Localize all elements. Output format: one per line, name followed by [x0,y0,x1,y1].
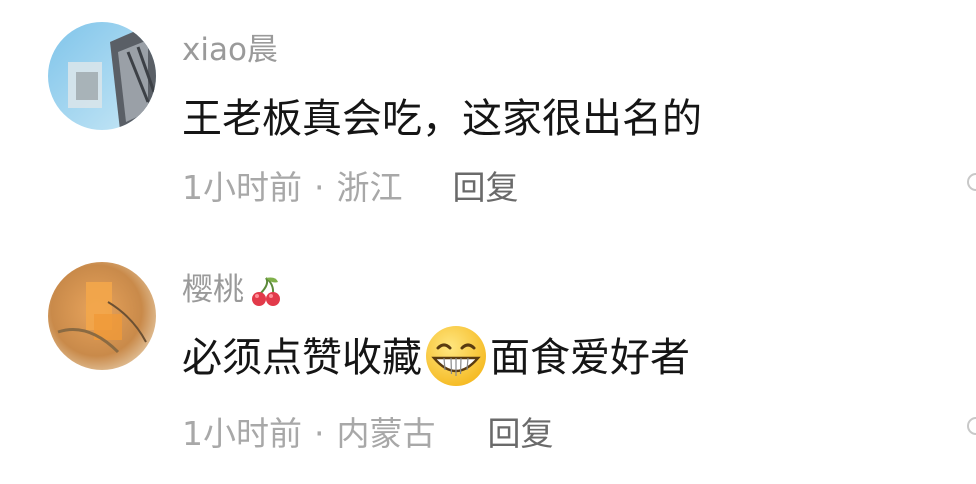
user-avatar[interactable] [48,262,156,370]
comment-item: xiao晨 王老板真会吃，这家很出名的 1小时前 · 浙江 回复 [0,0,976,242]
comment-location: 浙江 [336,168,403,207]
grin-emoji-icon [426,326,486,386]
like-icon[interactable] [966,416,976,436]
comment-text: 必须点赞收藏 面食爱好者 [182,326,690,388]
user-avatar[interactable] [48,22,156,130]
comment-list: xiao晨 王老板真会吃，这家很出名的 1小时前 · 浙江 回复 樱桃 必须点赞… [0,0,976,484]
like-icon[interactable] [966,172,976,192]
username-text[interactable]: xiao晨 [182,32,278,68]
avatar-icon [48,22,156,130]
comment-location: 内蒙古 [336,414,436,453]
meta-separator: · [314,414,325,453]
avatar-icon [48,262,156,370]
comment-text-part: 面食爱好者 [490,335,690,381]
comment-text: 王老板真会吃，这家很出名的 [182,96,702,142]
cherry-icon [252,276,280,306]
username[interactable]: xiao晨 [182,30,278,70]
comment-item: 樱桃 必须点赞收藏 面食爱好者 1小时前 · 内蒙古 回复 [0,242,976,484]
meta-separator: · [314,168,325,207]
username-text[interactable]: 樱桃 [182,272,244,308]
comment-meta: 1小时前 · 浙江 回复 [182,166,519,210]
comment-meta: 1小时前 · 内蒙古 回复 [182,412,554,456]
comment-text-part: 必须点赞收藏 [182,335,422,381]
reply-button[interactable]: 回复 [488,412,554,456]
comment-time: 1小时前 [182,414,302,453]
username[interactable]: 樱桃 [182,270,284,310]
comment-time: 1小时前 [182,168,302,207]
reply-button[interactable]: 回复 [453,166,519,210]
